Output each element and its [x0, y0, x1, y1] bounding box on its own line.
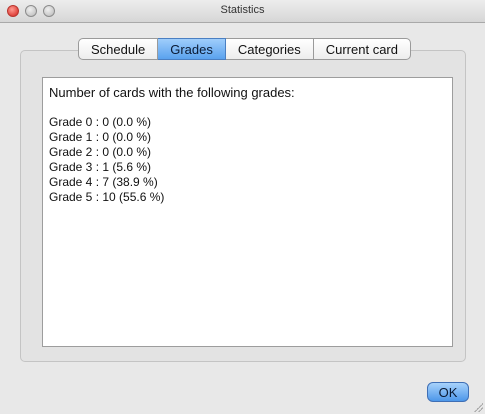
ok-button[interactable]: OK [427, 382, 469, 402]
statistics-text-area[interactable]: Number of cards with the following grade… [42, 77, 453, 347]
statistics-header: Number of cards with the following grade… [49, 85, 295, 100]
title-bar[interactable]: Statistics [0, 0, 485, 23]
tab-current-card[interactable]: Current card [313, 38, 411, 60]
grade-line: Grade 5 : 10 (55.6 %) [49, 190, 165, 204]
grade-line: Grade 4 : 7 (38.9 %) [49, 175, 158, 189]
tab-schedule[interactable]: Schedule [78, 38, 159, 60]
grade-line: Grade 3 : 1 (5.6 %) [49, 160, 152, 174]
resize-grip-icon[interactable] [473, 402, 483, 412]
window-title: Statistics [220, 4, 265, 16]
grade-line: Grade 0 : 0 (0.0 %) [49, 115, 152, 129]
grade-line: Grade 2 : 0 (0.0 %) [49, 145, 152, 159]
statistics-window: Statistics Schedule Grades Categories Cu… [0, 0, 485, 414]
tab-bar: Schedule Grades Categories Current card [78, 38, 411, 60]
tab-categories[interactable]: Categories [225, 38, 314, 60]
grade-line: Grade 1 : 0 (0.0 %) [49, 130, 152, 144]
tab-grades[interactable]: Grades [158, 38, 226, 60]
